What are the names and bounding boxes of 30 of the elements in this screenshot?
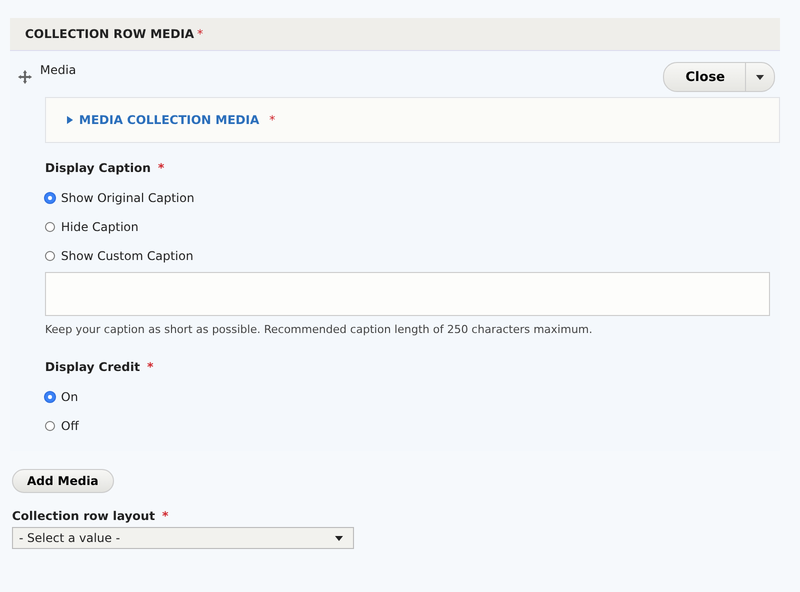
radio-label[interactable]: Hide Caption bbox=[61, 220, 139, 234]
drag-handle-icon[interactable] bbox=[18, 70, 32, 84]
radio-button[interactable] bbox=[45, 222, 55, 232]
radio-button[interactable] bbox=[45, 250, 55, 260]
required-mark: * bbox=[147, 360, 154, 374]
radio-button[interactable] bbox=[45, 392, 55, 402]
triangle-icon[interactable] bbox=[66, 116, 74, 124]
caret-icon bbox=[756, 74, 764, 80]
item-label: Media bbox=[40, 63, 78, 77]
required-mark: * bbox=[158, 161, 164, 175]
radio-label[interactable]: On bbox=[61, 390, 78, 404]
field-label: Display Caption bbox=[45, 161, 151, 175]
close-button[interactable]: Close bbox=[664, 63, 746, 91]
required-mark: * bbox=[162, 509, 168, 523]
field-label: Display Credit bbox=[45, 360, 140, 374]
details-title[interactable]: MEDIA COLLECTION MEDIA bbox=[79, 113, 260, 127]
section-title: COLLECTION ROW MEDIA bbox=[25, 27, 194, 41]
layout-select[interactable]: - Select a value - bbox=[12, 527, 354, 549]
field-label: Collection row layout bbox=[12, 509, 155, 523]
required-mark: * bbox=[269, 113, 276, 127]
caret-icon bbox=[335, 536, 343, 540]
radio-label[interactable]: Show Custom Caption bbox=[61, 248, 194, 262]
help-text: Keep your caption as short as possible. Recommended caption length of 250 characters maximum. bbox=[45, 323, 594, 336]
caption-field[interactable] bbox=[45, 272, 770, 316]
radio-label[interactable]: Show Original Caption bbox=[61, 190, 194, 204]
radio-button[interactable] bbox=[45, 192, 55, 202]
add-media-button[interactable]: Add Media bbox=[12, 469, 114, 493]
required-mark: * bbox=[197, 27, 204, 41]
radio-label[interactable]: Off bbox=[61, 418, 79, 432]
radio-button[interactable] bbox=[45, 420, 55, 430]
